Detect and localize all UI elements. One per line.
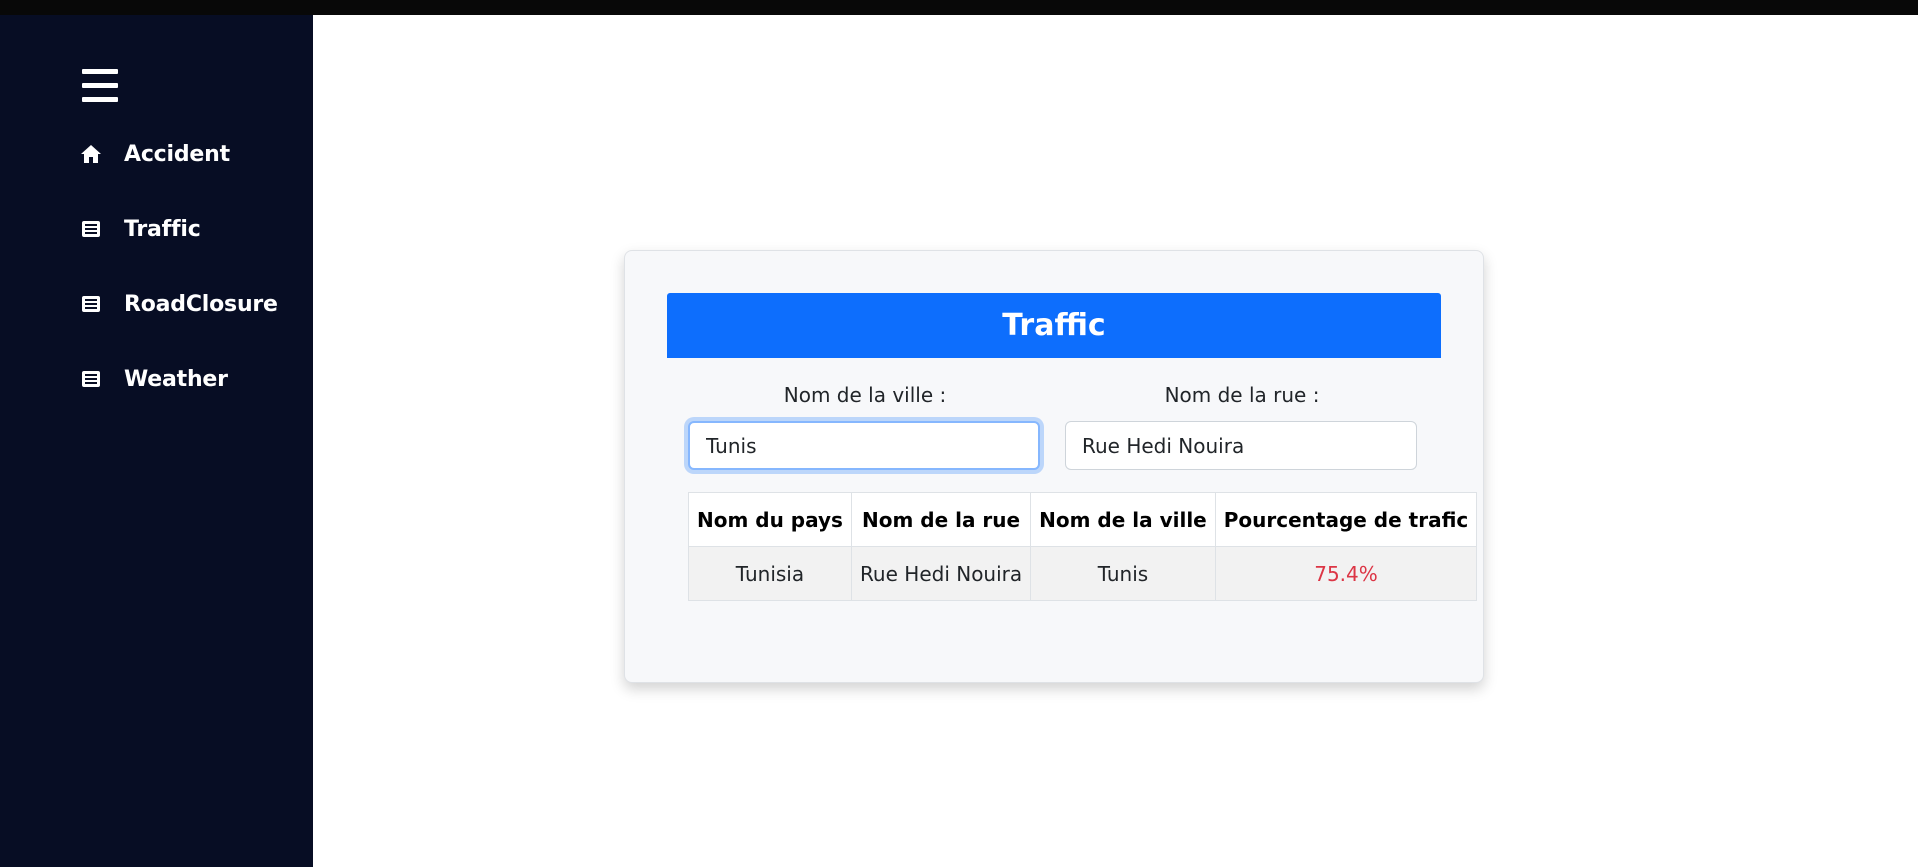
street-label: Nom de la rue : [1164,383,1320,407]
cell-city: Tunis [1030,546,1216,601]
traffic-table: Nom du pays Nom de la rue Nom de la vill… [688,492,1478,601]
sidebar-item-label: Accident [124,141,230,167]
newspaper-icon [80,293,102,315]
city-label: Nom de la ville : [783,383,947,407]
newspaper-icon [80,218,102,240]
sidebar-item-traffic[interactable]: Traffic [80,211,201,247]
column-header-street: Nom de la rue [850,492,1032,547]
card-title: Traffic [667,293,1441,358]
sidebar-item-roadclosure[interactable]: RoadClosure [80,286,278,322]
traffic-card: Traffic Nom de la ville : Nom de la rue … [624,250,1484,683]
sidebar-item-accident[interactable]: Accident [80,136,230,172]
home-icon [80,143,102,165]
sidebar-item-label: Weather [124,366,228,392]
column-header-country: Nom du pays [688,492,852,547]
street-input[interactable] [1065,421,1417,470]
sidebar: Accident Traffic RoadClosure Weather [0,15,313,867]
sidebar-item-label: RoadClosure [124,291,278,317]
cell-street: Rue Hedi Nouira [850,546,1032,601]
cell-country: Tunisia [688,546,852,601]
column-header-city: Nom de la ville [1030,492,1216,547]
city-input[interactable] [688,421,1040,470]
window-top-bar [0,0,1918,15]
cell-traffic-percentage: 75.4% [1214,546,1478,601]
table-row: Tunisia Rue Hedi Nouira Tunis 75.4% [688,546,1478,601]
table-header-row: Nom du pays Nom de la rue Nom de la vill… [688,492,1478,547]
sidebar-item-label: Traffic [124,216,201,242]
newspaper-icon [80,368,102,390]
column-header-traffic-percentage: Pourcentage de trafic [1214,492,1478,547]
hamburger-menu-icon[interactable] [82,69,118,102]
sidebar-item-weather[interactable]: Weather [80,361,228,397]
